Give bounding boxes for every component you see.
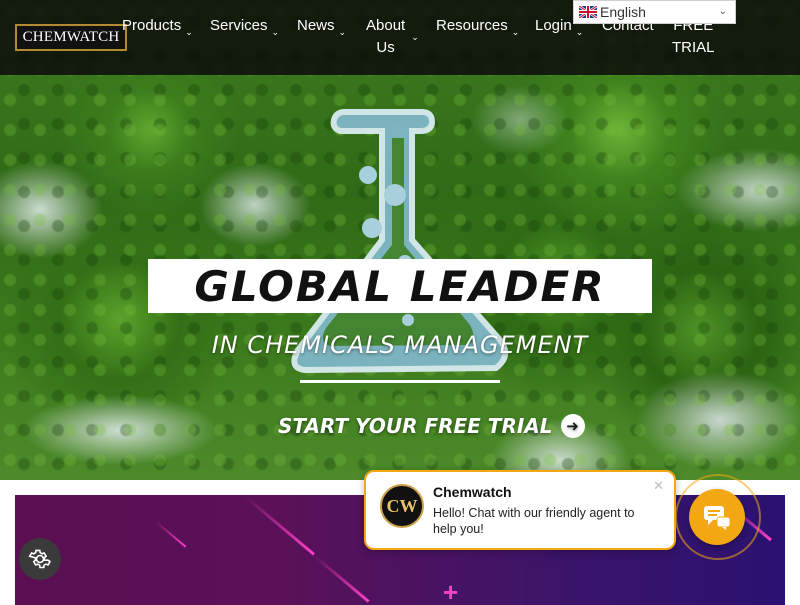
plus-decoration: +	[443, 577, 459, 605]
arrow-right-circle-icon: ➜	[560, 414, 585, 438]
language-selected-value: English	[600, 4, 646, 20]
nav-free-trial-line2: TRIAL	[672, 39, 715, 56]
uk-flag-icon	[579, 6, 597, 18]
chevron-down-icon: ⌄	[718, 6, 727, 17]
chat-bubbles-icon	[704, 506, 731, 530]
site-header: CHEMWATCH Products ⌄ Services ⌄ News ⌄ A…	[0, 0, 800, 75]
chat-avatar: CW	[380, 484, 424, 528]
language-selector[interactable]: English ⌄	[573, 0, 736, 24]
chat-title: Chemwatch	[433, 484, 512, 500]
nav-services[interactable]: Services ⌄	[210, 15, 279, 43]
chevron-down-icon: ⌄	[511, 27, 520, 37]
start-free-trial-button[interactable]: START YOUR FREE TRIAL ➜	[278, 414, 585, 438]
chevron-down-icon: ⌄	[575, 27, 584, 37]
chat-launcher-button[interactable]	[689, 489, 745, 545]
nav-about-us-label: About Us	[366, 15, 405, 59]
nav-news-label: News	[297, 17, 335, 34]
chevron-down-icon: ⌄	[185, 27, 193, 37]
chemwatch-logo[interactable]: CHEMWATCH	[15, 24, 127, 51]
chevron-down-icon: ⌄	[411, 32, 419, 42]
hero-subline: IN CHEMICALS MANAGEMENT	[211, 331, 589, 359]
nav-news[interactable]: News ⌄	[297, 15, 346, 43]
nav-products-label: Products	[122, 17, 182, 34]
close-icon[interactable]: ✕	[653, 478, 664, 494]
chat-message: Hello! Chat with our friendly agent to h…	[433, 506, 635, 536]
nav-about-line2: Us	[376, 39, 395, 56]
gear-icon	[28, 549, 52, 569]
decorative-streak	[154, 520, 187, 548]
nav-resources-label: Resources	[436, 17, 508, 34]
nav-about-line1: About	[366, 17, 406, 34]
nav-login-label: Login	[535, 17, 572, 34]
hero-divider	[300, 380, 500, 383]
nav-products[interactable]: Products ⌄	[122, 15, 193, 43]
start-free-trial-label: START YOUR FREE TRIAL	[278, 414, 553, 438]
chevron-down-icon: ⌄	[271, 27, 280, 37]
nav-services-label: Services	[210, 17, 268, 34]
chat-popup[interactable]: CW Chemwatch Hello! Chat with our friend…	[364, 470, 676, 550]
chevron-down-icon: ⌄	[338, 27, 347, 37]
nav-resources[interactable]: Resources ⌄	[436, 15, 519, 43]
cookie-settings-button[interactable]	[19, 538, 61, 580]
decorative-streak	[244, 495, 315, 556]
hero-headline: GLOBAL LEADER	[194, 261, 606, 311]
nav-about-us[interactable]: About Us ⌄	[366, 15, 419, 59]
decorative-streak	[314, 555, 370, 603]
headline-box: GLOBAL LEADER	[148, 259, 652, 313]
